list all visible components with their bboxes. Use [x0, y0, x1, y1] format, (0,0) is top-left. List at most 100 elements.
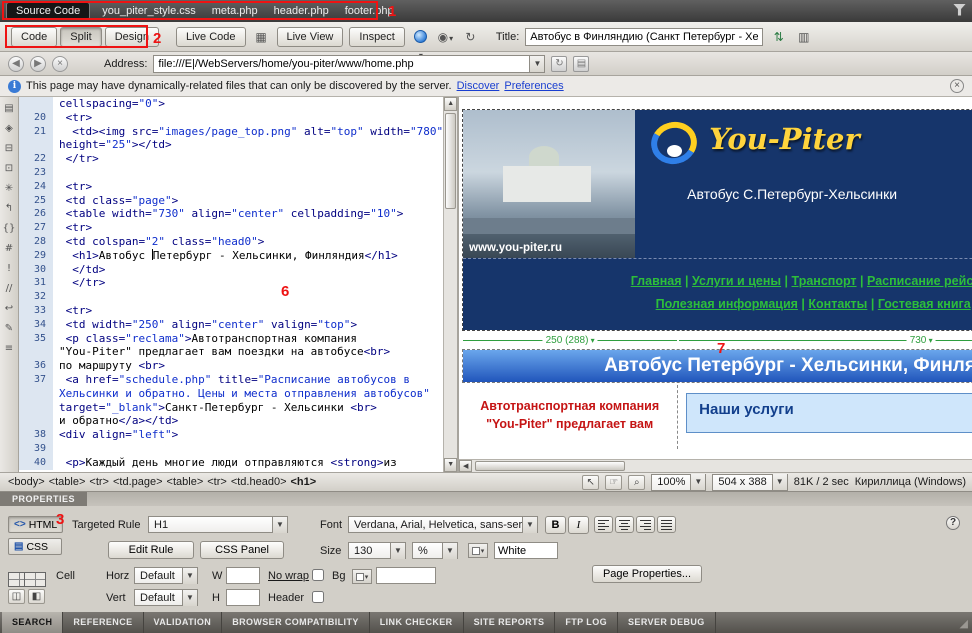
- html-properties-toggle[interactable]: <> HTML: [8, 516, 63, 533]
- hand-tool-icon[interactable]: ☞: [605, 475, 622, 490]
- cell-width-input[interactable]: [226, 567, 260, 584]
- code-text[interactable]: по маршруту <br>: [53, 359, 165, 373]
- panel-tab-link-checker[interactable]: LINK CHECKER: [370, 612, 464, 633]
- forward-icon[interactable]: ▶: [30, 56, 46, 72]
- code-text[interactable]: <td colspan="2" class="head0">: [53, 235, 264, 249]
- expand-all-icon[interactable]: ✳: [0, 181, 18, 197]
- help-icon[interactable]: ?: [946, 516, 960, 530]
- code-view-button[interactable]: Code: [11, 27, 57, 47]
- horz-combo[interactable]: Default ▼: [134, 567, 198, 584]
- remove-comment-icon[interactable]: ↩: [0, 301, 18, 317]
- code-text[interactable]: </tr>: [53, 276, 105, 290]
- italic-button[interactable]: I: [568, 516, 589, 534]
- code-text[interactable]: [53, 290, 59, 304]
- code-text[interactable]: <tr>: [53, 111, 92, 125]
- format-source-code-icon[interactable]: ≡: [0, 341, 18, 357]
- split-cell-icon[interactable]: ◧: [28, 589, 45, 604]
- horz-dropdown-icon[interactable]: ▼: [182, 568, 197, 584]
- code-text[interactable]: cellspacing="0">: [53, 97, 165, 111]
- code-text[interactable]: <a href="schedule.php" title="Расписание…: [53, 373, 410, 387]
- nav-link[interactable]: Гостевая книга: [878, 297, 971, 311]
- size-combo[interactable]: 130 ▼: [348, 542, 406, 559]
- panel-tab-reference[interactable]: REFERENCE: [63, 612, 143, 633]
- resize-grip-icon[interactable]: ◢: [956, 612, 972, 633]
- no-wrap-checkbox[interactable]: [312, 569, 324, 581]
- code-text[interactable]: <div align="left">: [53, 428, 178, 442]
- code-text[interactable]: <td width="250" align="center" valign="t…: [53, 318, 357, 332]
- tag-selector-item[interactable]: <td.head0>: [229, 476, 289, 488]
- font-dropdown-icon[interactable]: ▼: [522, 517, 537, 533]
- open-documents-icon[interactable]: ▤: [0, 101, 18, 117]
- code-scroll-thumb[interactable]: [445, 113, 456, 209]
- scroll-up-icon[interactable]: ▲: [444, 97, 457, 111]
- align-right-button[interactable]: [636, 516, 655, 533]
- code-text[interactable]: <tr>: [53, 304, 92, 318]
- preferences-link[interactable]: Preferences: [504, 80, 563, 92]
- vert-dropdown-icon[interactable]: ▼: [182, 590, 197, 606]
- preview-in-browser-icon[interactable]: ▾: [411, 28, 430, 46]
- bg-color-swatch[interactable]: ▾: [352, 569, 372, 584]
- scroll-left-icon[interactable]: ◀: [459, 460, 472, 472]
- bg-color-input[interactable]: [376, 567, 436, 584]
- zoom-level-combo[interactable]: 100% ▼: [651, 474, 706, 491]
- nav-link[interactable]: Расписание рейсов: [867, 274, 972, 288]
- tag-selector-item[interactable]: <body>: [6, 476, 47, 488]
- window-size-dropdown-icon[interactable]: ▼: [772, 474, 787, 490]
- filter-related-files-icon[interactable]: [953, 4, 966, 19]
- title-input[interactable]: [525, 28, 763, 46]
- split-view-button[interactable]: Split: [60, 27, 101, 47]
- code-text[interactable]: [53, 442, 59, 456]
- collapse-selection-icon[interactable]: ⊡: [0, 161, 18, 177]
- code-text[interactable]: Хельсинки и обратно. Цены и места отправ…: [53, 387, 430, 401]
- header-checkbox[interactable]: [312, 591, 324, 603]
- code-text[interactable]: <td class="page">: [53, 194, 178, 208]
- related-file-tab[interactable]: header.php: [266, 3, 337, 19]
- column-width-menu[interactable]: 250 (288): [543, 334, 598, 347]
- code-text[interactable]: <tr>: [53, 180, 92, 194]
- refresh-design-view-icon[interactable]: ↻: [461, 28, 480, 46]
- targeted-rule-combo[interactable]: H1 ▼: [148, 516, 288, 533]
- code-text[interactable]: </td>: [53, 263, 105, 277]
- size-unit-dropdown-icon[interactable]: ▼: [442, 543, 457, 559]
- vert-combo[interactable]: Default ▼: [134, 589, 198, 606]
- scroll-down-icon[interactable]: ▼: [444, 458, 457, 472]
- wrap-tag-icon[interactable]: ✎: [0, 321, 18, 337]
- panel-tab-server-debug[interactable]: SERVER DEBUG: [618, 612, 716, 633]
- text-color-input[interactable]: [494, 542, 558, 559]
- check-browser-compatibility-icon[interactable]: ▦: [252, 28, 271, 46]
- zoom-dropdown-icon[interactable]: ▼: [690, 474, 705, 490]
- code-vertical-scrollbar[interactable]: ▲ ▼: [443, 97, 457, 472]
- panel-tab-validation[interactable]: VALIDATION: [144, 612, 223, 633]
- live-view-button[interactable]: Live View: [277, 27, 344, 47]
- panel-tab-search[interactable]: SEARCH: [2, 612, 63, 633]
- tag-selector-item[interactable]: <tr>: [87, 476, 111, 488]
- merge-cells-icon[interactable]: ◫: [8, 589, 25, 604]
- nav-link[interactable]: Услуги и цены: [692, 274, 781, 288]
- targeted-rule-dropdown-icon[interactable]: ▼: [272, 517, 287, 533]
- size-unit-combo[interactable]: % ▼: [412, 542, 458, 559]
- highlight-invalid-code-icon[interactable]: !: [0, 261, 18, 277]
- file-management-icon[interactable]: ⇅: [769, 28, 788, 46]
- panel-tab-browser-compatibility[interactable]: BROWSER COMPATIBILITY: [222, 612, 370, 633]
- code-text[interactable]: <p>Каждый день многие люди отправляются …: [53, 456, 397, 470]
- address-input[interactable]: [154, 56, 529, 71]
- code-navigator-icon[interactable]: ◈: [0, 121, 18, 137]
- code-text[interactable]: </tr>: [53, 152, 99, 166]
- stop-icon[interactable]: ×: [52, 56, 68, 72]
- css-panel-button[interactable]: CSS Panel: [200, 541, 284, 559]
- tag-selector-item[interactable]: <tr>: [205, 476, 229, 488]
- discover-link[interactable]: Discover: [457, 80, 500, 92]
- code-text[interactable]: <h1>Автобус Петербург - Хельсинки, Финля…: [53, 249, 398, 263]
- back-icon[interactable]: ◀: [8, 56, 24, 72]
- align-center-button[interactable]: [615, 516, 634, 533]
- code-text[interactable]: <p class="reclama">Автотранспортная комп…: [53, 332, 357, 346]
- code-text[interactable]: [53, 166, 59, 180]
- code-text[interactable]: target="_blank">Санкт-Петербург - Хельси…: [53, 401, 377, 415]
- code-text[interactable]: "You-Piter" предлагает вам поездки на ав…: [53, 345, 390, 359]
- tag-selector-item[interactable]: <table>: [47, 476, 88, 488]
- refresh-page-icon[interactable]: ↻: [551, 56, 567, 72]
- code-editor[interactable]: cellspacing="0">20 <tr>21 <td><img src="…: [19, 97, 443, 472]
- live-code-button[interactable]: Live Code: [176, 27, 246, 47]
- text-color-swatch[interactable]: ▾: [468, 543, 488, 558]
- collapse-full-tag-icon[interactable]: ⊟: [0, 141, 18, 157]
